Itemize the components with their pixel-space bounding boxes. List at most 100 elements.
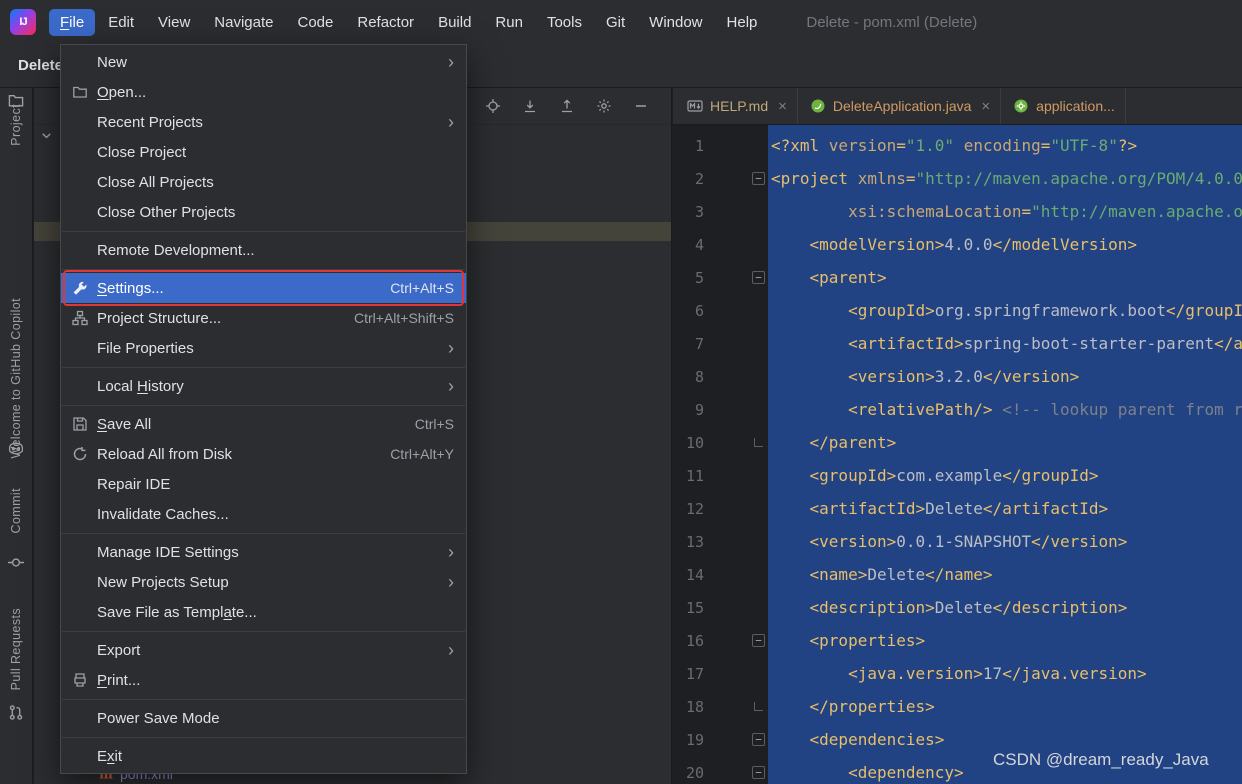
menubar-item-tools[interactable]: Tools	[536, 9, 593, 36]
code-text: <dependency>	[848, 763, 964, 782]
pull-request-icon[interactable]	[8, 704, 25, 721]
menu-item-project-structure[interactable]: Project Structure... Ctrl+Alt+Shift+S	[61, 303, 466, 333]
line-number: 7	[694, 334, 704, 353]
tool-window-button-project[interactable]: Project	[9, 104, 23, 146]
menu-item-exit[interactable]: Exit	[61, 741, 466, 771]
menubar-item-help[interactable]: Help	[716, 9, 769, 36]
menu-item-save-file-as-template[interactable]: Save File as Template...	[61, 597, 466, 627]
menu-item-open[interactable]: Open...	[61, 77, 466, 107]
tab-close-icon[interactable]: ×	[778, 98, 787, 115]
tool-window-button-copilot[interactable]: Welcome to GitHub Copilot	[9, 298, 23, 459]
menubar-item-run[interactable]: Run	[484, 9, 534, 36]
commit-icon[interactable]	[8, 554, 25, 571]
code-text: <relativePath/> <!-- lookup parent from …	[848, 400, 1242, 419]
line-number: 8	[694, 367, 704, 386]
code-text: <properties>	[809, 631, 926, 650]
code-text: <version>3.2.0</version>	[848, 367, 1080, 386]
locate-target-icon[interactable]	[485, 98, 501, 114]
breadcrumb-project[interactable]: Delete	[18, 57, 63, 74]
menu-item-save-all[interactable]: Save All Ctrl+S	[61, 409, 466, 439]
code-line[interactable]: 8 <version>3.2.0</version>	[673, 360, 1242, 393]
menu-item-print[interactable]: Print...	[61, 665, 466, 695]
hide-minus-icon[interactable]	[633, 98, 649, 114]
code-line[interactable]: 14 <name>Delete</name>	[673, 558, 1242, 591]
code-line[interactable]: 5 − <parent>	[673, 261, 1242, 294]
fold-collapse-icon[interactable]: −	[752, 733, 765, 746]
menu-item-remote-development[interactable]: Remote Development...	[61, 235, 466, 265]
menu-item-new[interactable]: New ›	[61, 47, 466, 77]
menu-item-settings[interactable]: Settings... Ctrl+Alt+S	[61, 270, 466, 306]
fold-collapse-icon[interactable]: −	[752, 766, 765, 779]
settings-gear-icon[interactable]	[596, 98, 612, 114]
menu-separator	[62, 404, 465, 406]
fold-end-icon	[754, 702, 763, 711]
folder-icon[interactable]	[8, 92, 25, 109]
menu-separator	[62, 630, 465, 632]
line-number: 16	[685, 631, 704, 650]
menu-item-icon-placeholder	[71, 476, 89, 492]
menubar-item-build[interactable]: Build	[427, 9, 482, 36]
menu-item-close-other-projects[interactable]: Close Other Projects	[61, 197, 466, 227]
menu-item-new-projects-setup[interactable]: New Projects Setup ›	[61, 567, 466, 597]
menu-item-label: Save All	[97, 415, 152, 433]
menubar-item-window[interactable]: Window	[638, 9, 713, 36]
code-line[interactable]: 17 <java.version>17</java.version>	[673, 657, 1242, 690]
chevron-down-icon[interactable]	[39, 128, 54, 143]
expand-all-icon[interactable]	[522, 98, 538, 114]
code-line[interactable]: 2 − <project xmlns="http://maven.apache.or…	[673, 162, 1242, 195]
code-line[interactable]: 11 <groupId>com.example</groupId>	[673, 459, 1242, 492]
tool-window-button-commit[interactable]: Commit	[9, 488, 23, 533]
line-number: 10	[685, 433, 704, 452]
code-line[interactable]: 4 <modelVersion>4.0.0</modelVersion>	[673, 228, 1242, 261]
code-line[interactable]: 10 </parent>	[673, 426, 1242, 459]
menu-item-invalidate-caches[interactable]: Invalidate Caches...	[61, 499, 466, 529]
menu-item-close-project[interactable]: Close Project	[61, 137, 466, 167]
fold-collapse-icon[interactable]: −	[752, 172, 765, 185]
menu-item-file-properties[interactable]: File Properties ›	[61, 333, 466, 363]
tool-window-button-pull-requests[interactable]: Pull Requests	[9, 608, 23, 690]
title-bar: IJ File Edit View Navigate Code Refactor Build…	[0, 0, 1242, 44]
editor-body[interactable]: 1 <?xml version="1.0" encoding="UTF-8"?> 2…	[673, 125, 1242, 784]
copilot-icon[interactable]	[8, 440, 25, 457]
code-line[interactable]: 13 <version>0.0.1-SNAPSHOT</version>	[673, 525, 1242, 558]
menubar-item-edit[interactable]: Edit	[97, 9, 145, 36]
tab-application[interactable]: application...	[1001, 88, 1126, 124]
line-number: 17	[685, 664, 704, 683]
tab-deleteapplication-java[interactable]: DeleteApplication.java ×	[798, 88, 1002, 124]
tab-close-icon[interactable]: ×	[981, 98, 990, 115]
code-line[interactable]: 3 xsi:schemaLocation="http://maven.apach…	[673, 195, 1242, 228]
menu-item-close-all-projects[interactable]: Close All Projects	[61, 167, 466, 197]
line-number: 14	[685, 565, 704, 584]
code-line[interactable]: 9 <relativePath/> <!-- lookup parent fro…	[673, 393, 1242, 426]
menu-item-icon-placeholder	[71, 544, 89, 560]
menu-separator	[62, 532, 465, 534]
menu-item-local-history[interactable]: Local History ›	[61, 371, 466, 401]
code-line[interactable]: 1 <?xml version="1.0" encoding="UTF-8"?>	[673, 129, 1242, 162]
editor: HELP.md × DeleteApplication.java × applicati…	[673, 88, 1242, 784]
code-line[interactable]: 18 </properties>	[673, 690, 1242, 723]
menubar-item-navigate[interactable]: Navigate	[203, 9, 284, 36]
code-line[interactable]: 16 − <properties>	[673, 624, 1242, 657]
collapse-all-icon[interactable]	[559, 98, 575, 114]
line-number: 19	[685, 730, 704, 749]
fold-collapse-icon[interactable]: −	[752, 634, 765, 647]
menubar-item-file[interactable]: File	[49, 8, 96, 36]
code-line[interactable]: 15 <description>Delete</description>	[673, 591, 1242, 624]
code-line[interactable]: 6 <groupId>org.springframework.boot</gro…	[673, 294, 1242, 327]
menubar-item-code[interactable]: Code	[287, 9, 345, 36]
tab-help-md[interactable]: HELP.md ×	[675, 88, 798, 124]
code-text: <project xmlns="http://maven.apache.org/…	[771, 169, 1242, 188]
menu-item-export[interactable]: Export ›	[61, 635, 466, 665]
code-line[interactable]: 12 <artifactId>Delete</artifactId>	[673, 492, 1242, 525]
menubar-item-git[interactable]: Git	[595, 9, 636, 36]
code-line[interactable]: 7 <artifactId>spring-boot-starter-parent…	[673, 327, 1242, 360]
menu-item-power-save-mode[interactable]: Power Save Mode	[61, 703, 466, 733]
menu-item-manage-ide-settings[interactable]: Manage IDE Settings ›	[61, 537, 466, 567]
menu-item-recent-projects[interactable]: Recent Projects ›	[61, 107, 466, 137]
menu-item-repair-ide[interactable]: Repair IDE	[61, 469, 466, 499]
fold-collapse-icon[interactable]: −	[752, 271, 765, 284]
menu-item-reload-all-from-disk[interactable]: Reload All from Disk Ctrl+Alt+Y	[61, 439, 466, 469]
menu-item-label: Project Structure...	[97, 309, 222, 327]
menubar-item-view[interactable]: View	[147, 9, 201, 36]
menubar-item-refactor[interactable]: Refactor	[346, 9, 425, 36]
